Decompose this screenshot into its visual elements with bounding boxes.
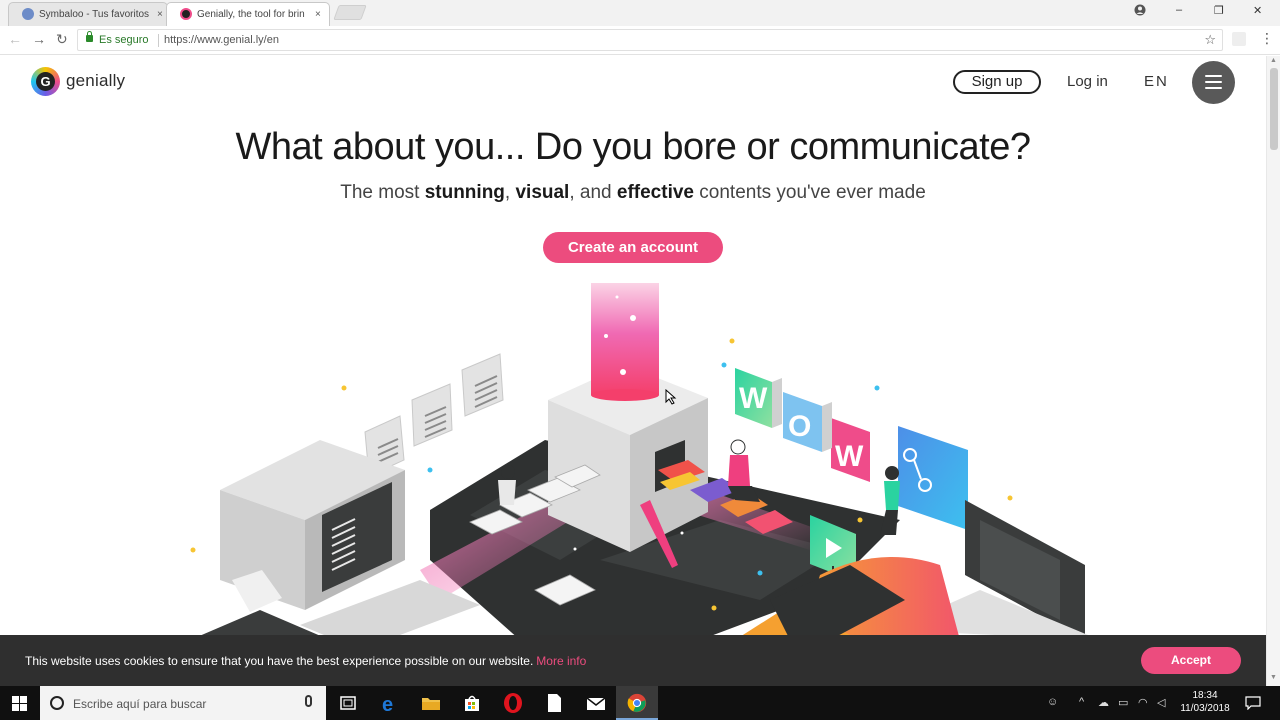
- browser-toolbar: ← → ↻ Es seguro https://www.genial.ly/en…: [0, 26, 1280, 55]
- tab-close-icon[interactable]: ×: [315, 9, 321, 20]
- scroll-down-icon[interactable]: ▼: [1270, 674, 1277, 681]
- forward-icon[interactable]: →: [32, 31, 46, 47]
- document-app-icon[interactable]: [542, 691, 566, 715]
- edge-browser-icon[interactable]: e: [378, 691, 402, 715]
- language-selector[interactable]: EN: [1144, 73, 1169, 90]
- windows-start-icon[interactable]: [12, 696, 27, 711]
- accept-cookies-button[interactable]: Accept: [1141, 647, 1241, 674]
- more-info-link[interactable]: More info: [536, 654, 586, 668]
- microphone-icon[interactable]: [305, 695, 312, 707]
- close-window-icon[interactable]: ✕: [1253, 4, 1262, 17]
- new-tab-button[interactable]: [333, 5, 367, 20]
- brand-name[interactable]: genially: [66, 71, 125, 91]
- scrollbar-thumb[interactable]: [1270, 68, 1278, 150]
- address-bar[interactable]: Es seguro https://www.genial.ly/en ☆: [77, 29, 1223, 51]
- taskbar-clock[interactable]: 18:34 11/03/2018: [1180, 689, 1230, 715]
- secure-label: Es seguro: [99, 34, 149, 46]
- volume-icon[interactable]: ◁: [1157, 696, 1165, 709]
- mail-icon[interactable]: [584, 691, 608, 715]
- logo-letter: G: [36, 72, 55, 91]
- cookie-message: This website uses cookies to ensure that…: [25, 654, 587, 668]
- opera-icon[interactable]: [501, 691, 525, 715]
- tab-genially[interactable]: Genially, the tool for brin ×: [166, 2, 330, 26]
- back-icon[interactable]: ←: [8, 31, 22, 47]
- extension-icon[interactable]: [1232, 32, 1246, 46]
- hero-illustration: W O W: [190, 283, 1091, 636]
- bookmark-star-icon[interactable]: ☆: [1204, 32, 1216, 48]
- action-center-icon[interactable]: [1245, 696, 1261, 710]
- wow-letter-o: O: [788, 410, 811, 443]
- svg-text:e: e: [382, 694, 393, 715]
- page-subheadline: The most stunning, visual, and effective…: [340, 182, 926, 203]
- url-text[interactable]: https://www.genial.ly/en: [164, 34, 279, 46]
- mouse-cursor-icon: [665, 389, 677, 405]
- tab-title: Genially, the tool for brin: [197, 8, 305, 20]
- genially-favicon-icon: [180, 8, 192, 20]
- symbaloo-favicon-icon: [22, 8, 34, 20]
- task-view-icon[interactable]: [336, 691, 360, 715]
- clock-date: 11/03/2018: [1180, 703, 1230, 714]
- reload-icon[interactable]: ↻: [56, 31, 68, 48]
- people-icon[interactable]: ☺: [1047, 696, 1058, 708]
- taskbar-search-box[interactable]: Escribe aquí para buscar: [40, 686, 326, 720]
- wow-letter-w1: W: [739, 382, 768, 415]
- tab-close-icon[interactable]: ×: [157, 9, 163, 20]
- chrome-icon: [627, 693, 647, 713]
- cookie-banner: This website uses cookies to ensure that…: [0, 635, 1266, 686]
- genially-page: G genially Sign up Log in EN What about …: [0, 56, 1266, 636]
- battery-icon[interactable]: ▭: [1118, 696, 1128, 709]
- browser-tab-strip: Symbaloo - Tus favoritos × Genially, the…: [0, 0, 1280, 26]
- file-explorer-icon[interactable]: [419, 691, 443, 715]
- genially-logo[interactable]: G: [31, 67, 60, 96]
- onedrive-cloud-icon[interactable]: ☁: [1098, 696, 1109, 709]
- store-icon[interactable]: [460, 691, 484, 715]
- profile-icon[interactable]: [1134, 4, 1146, 16]
- page-scrollbar[interactable]: ▲ ▼: [1266, 56, 1280, 686]
- windows-taskbar: Escribe aquí para buscar e ☺ ^ ☁ ▭ ◠ ◁ 1…: [0, 686, 1280, 720]
- chrome-taskbar-active[interactable]: [616, 686, 658, 720]
- minimize-icon[interactable]: –: [1176, 4, 1182, 16]
- clock-time: 18:34: [1192, 690, 1218, 701]
- tab-title: Symbaloo - Tus favoritos: [39, 8, 149, 20]
- scroll-up-icon[interactable]: ▲: [1270, 57, 1277, 64]
- wifi-icon[interactable]: ◠: [1138, 696, 1148, 709]
- create-account-button[interactable]: Create an account: [543, 232, 723, 263]
- page-headline: What about you... Do you bore or communi…: [235, 126, 1031, 168]
- browser-menu-icon[interactable]: ⋮: [1260, 30, 1274, 47]
- cortana-icon[interactable]: [50, 696, 64, 710]
- restore-icon[interactable]: ❐: [1214, 4, 1224, 17]
- tab-symbaloo[interactable]: Symbaloo - Tus favoritos ×: [8, 2, 168, 26]
- log-in-link[interactable]: Log in: [1067, 73, 1108, 90]
- wow-letter-w2: W: [835, 440, 864, 473]
- address-divider: [158, 34, 159, 47]
- search-placeholder: Escribe aquí para buscar: [73, 697, 207, 711]
- chevron-up-icon[interactable]: ^: [1079, 696, 1084, 708]
- sign-up-button[interactable]: Sign up: [953, 70, 1041, 94]
- hamburger-menu-icon[interactable]: [1192, 61, 1235, 104]
- lock-icon: [86, 31, 93, 42]
